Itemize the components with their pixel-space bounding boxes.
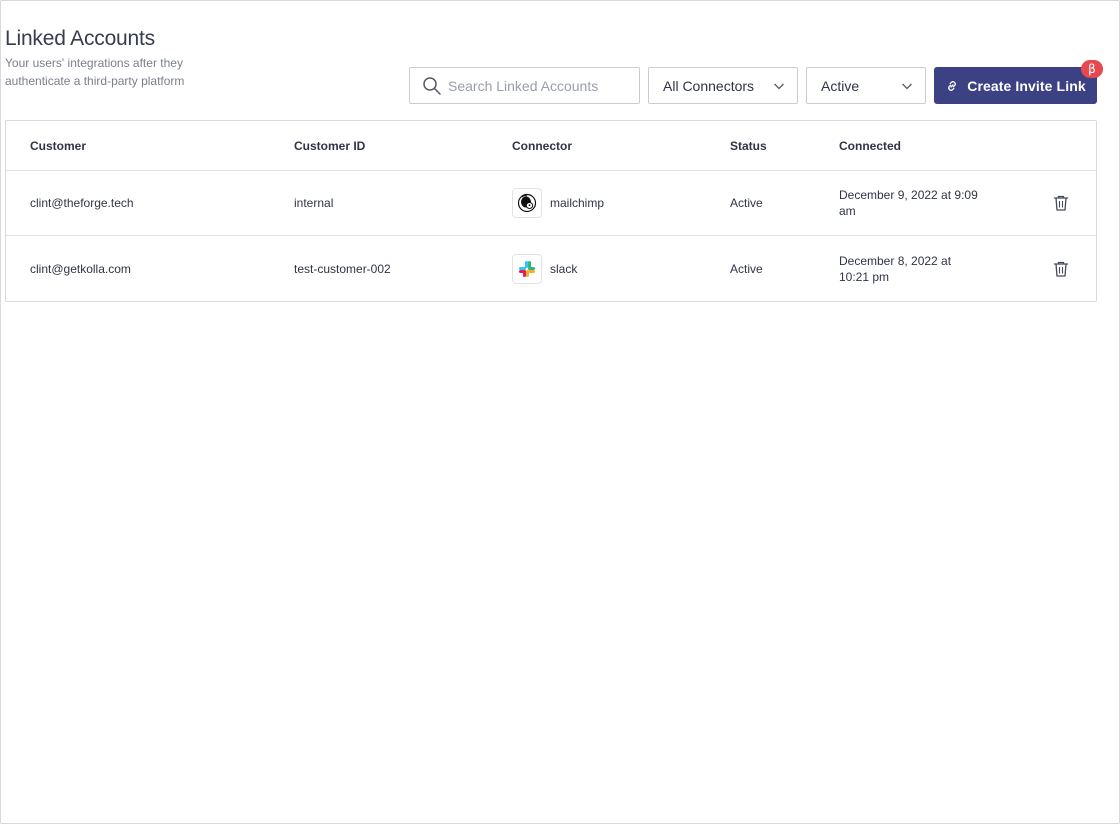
connector-name: slack bbox=[550, 261, 578, 276]
customer-email: clint@getkolla.com bbox=[30, 261, 131, 276]
table-row[interactable]: clint@getkolla.com test-customer-002 sla… bbox=[6, 236, 1096, 301]
link-icon bbox=[948, 80, 957, 91]
connector-filter-select[interactable]: All Connectors bbox=[648, 67, 798, 104]
page-header: Linked Accounts Your users' integrations… bbox=[5, 27, 185, 90]
beta-badge: β bbox=[1081, 60, 1103, 78]
delete-button[interactable] bbox=[1052, 171, 1070, 235]
column-header-customer[interactable]: Customer bbox=[30, 121, 86, 170]
create-invite-link-button[interactable]: Create Invite Link bbox=[934, 67, 1097, 104]
create-invite-link-label: Create Invite Link bbox=[967, 77, 1086, 94]
status-text: Active bbox=[730, 196, 763, 210]
customer-id: internal bbox=[294, 196, 334, 210]
chevron-down-icon bbox=[774, 83, 784, 89]
connected-date: December 8, 2022 at 10:21 pm bbox=[839, 253, 952, 284]
search-box[interactable] bbox=[409, 67, 640, 104]
search-input[interactable] bbox=[448, 77, 628, 94]
status-filter-value: Active bbox=[821, 77, 860, 94]
mailchimp-logo-icon bbox=[512, 188, 542, 218]
column-header-connector[interactable]: Connector bbox=[512, 121, 572, 170]
customer-id: test-customer-002 bbox=[294, 261, 391, 276]
customer-email: clint@theforge.tech bbox=[30, 196, 134, 210]
page-title: Linked Accounts bbox=[5, 27, 155, 50]
linked-accounts-table: Customer Customer ID Connector Status Co… bbox=[5, 120, 1097, 302]
page-subtitle: Your users' integrations after they auth… bbox=[5, 56, 185, 88]
delete-button[interactable] bbox=[1052, 236, 1070, 301]
connector-filter-value: All Connectors bbox=[663, 77, 755, 94]
connected-date: December 9, 2022 at 9:09 am bbox=[839, 188, 978, 218]
connector-name: mailchimp bbox=[550, 196, 605, 210]
search-icon bbox=[423, 76, 441, 95]
column-header-status[interactable]: Status bbox=[730, 121, 767, 170]
chevron-down-icon bbox=[902, 83, 912, 89]
status-text: Active bbox=[730, 261, 763, 276]
slack-logo-icon bbox=[512, 253, 542, 284]
trash-icon[interactable] bbox=[1052, 194, 1070, 212]
linked-accounts-page: Linked Accounts Your users' integrations… bbox=[0, 0, 1120, 824]
connector-cell: slack bbox=[512, 236, 577, 301]
trash-icon[interactable] bbox=[1052, 260, 1070, 278]
table-row[interactable]: clint@theforge.tech internal mailchimp A… bbox=[6, 171, 1096, 236]
status-filter-select[interactable]: Active bbox=[806, 67, 926, 104]
column-header-customer-id[interactable]: Customer ID bbox=[294, 121, 365, 170]
table-header: Customer Customer ID Connector Status Co… bbox=[6, 121, 1096, 171]
connector-cell: mailchimp bbox=[512, 171, 604, 235]
column-header-connected[interactable]: Connected bbox=[839, 121, 979, 170]
